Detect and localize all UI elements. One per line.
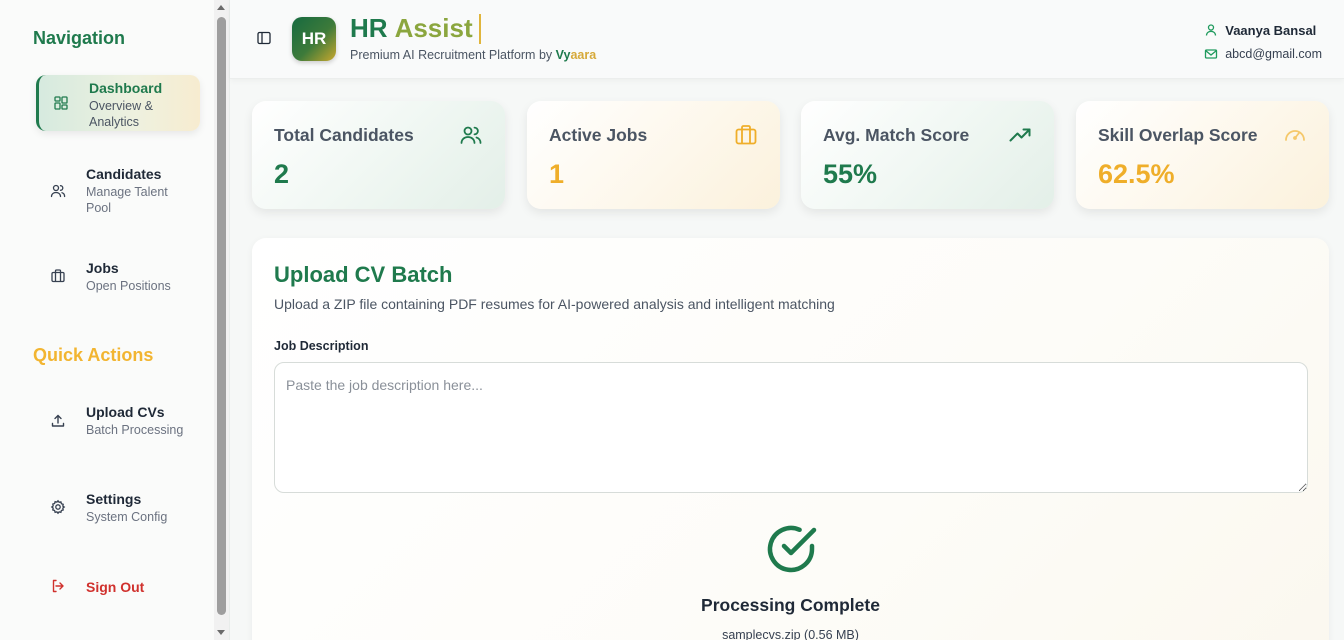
sidebar-item-dashboard[interactable]: Dashboard Overview & Analytics <box>36 75 200 131</box>
job-description-input[interactable] <box>274 362 1308 493</box>
processing-status-title: Processing Complete <box>701 595 880 615</box>
upload-icon <box>51 414 65 427</box>
tagline-brand-vy: Vy <box>555 48 571 62</box>
sidebar-item-label: Dashboard <box>89 80 163 96</box>
logout-icon <box>52 579 64 593</box>
uploaded-file-info: samplecvs.zip (0.56 MB) <box>722 628 859 640</box>
grid-icon <box>54 96 68 110</box>
quick-action-sub: System Config <box>86 510 168 524</box>
app-title-hr: HR <box>350 13 388 43</box>
stat-value: 62.5% <box>1098 159 1175 189</box>
sidebar-item-candidates[interactable]: Candidates Manage Talent Pool <box>36 163 200 223</box>
briefcase-icon <box>735 125 757 145</box>
top-header: HR HR Assist Premium AI Recruitment Plat… <box>230 0 1344 79</box>
upload-cv-panel: Upload CV Batch Upload a ZIP file contai… <box>252 238 1329 640</box>
quick-action-label: Upload CVs <box>86 404 165 420</box>
user-email: abcd@gmail.com <box>1225 47 1322 61</box>
sidebar-toggle-icon[interactable] <box>257 31 271 45</box>
stat-card-active-jobs: Active Jobs 1 <box>527 101 780 209</box>
user-name: Vaanya Bansal <box>1225 22 1317 38</box>
panel-title: Upload CV Batch <box>274 262 453 287</box>
sidebar-item-label: Candidates <box>86 166 162 182</box>
panel-description: Upload a ZIP file containing PDF resumes… <box>274 296 835 312</box>
sidebar-item-sub: Open Positions <box>86 279 171 293</box>
quick-action-upload-cvs[interactable]: Upload CVs Batch Processing <box>36 401 200 445</box>
sidebar-item-jobs[interactable]: Jobs Open Positions <box>36 257 200 301</box>
stat-title: Avg. Match Score <box>823 125 970 145</box>
scrollbar-thumb[interactable] <box>217 17 226 615</box>
stat-title: Total Candidates <box>274 125 414 145</box>
tagline-brand-aara: aara <box>570 48 597 62</box>
app-tagline: Premium AI Recruitment Platform by Vyaar… <box>350 48 596 62</box>
stat-card-skill-overlap-score: Skill Overlap Score 62.5% <box>1076 101 1329 209</box>
users-icon <box>460 126 482 144</box>
stat-card-total-candidates: Total Candidates 2 <box>252 101 505 209</box>
app-logo: HR <box>292 17 336 61</box>
sign-out-button[interactable]: Sign Out <box>36 576 200 598</box>
app-title-assist: Assist <box>394 13 473 43</box>
gauge-icon <box>1285 130 1305 141</box>
stat-value: 1 <box>549 159 565 189</box>
user-icon <box>1206 24 1217 36</box>
briefcase-icon <box>51 269 65 283</box>
gear-icon <box>50 499 66 515</box>
tagline-text: Premium AI Recruitment Platform by <box>350 48 553 62</box>
mail-icon <box>1205 49 1218 59</box>
check-circle-icon <box>767 525 817 573</box>
scroll-down-arrow-icon[interactable] <box>217 630 225 635</box>
quick-action-sub: Batch Processing <box>86 423 184 437</box>
sidebar-item-sub: Manage Talent Pool <box>86 185 168 215</box>
users-icon <box>50 184 66 198</box>
user-info: Vaanya Bansal abcd@gmail.com <box>1204 20 1322 68</box>
sidebar-item-sub: Overview & Analytics <box>89 99 153 129</box>
stat-value: 2 <box>274 159 290 189</box>
stat-title: Active Jobs <box>549 125 648 145</box>
sign-out-label: Sign Out <box>86 579 145 595</box>
quick-actions-heading: Quick Actions <box>33 345 154 365</box>
quick-action-settings[interactable]: Settings System Config <box>36 488 200 532</box>
stat-title: Skill Overlap Score <box>1098 125 1258 145</box>
scroll-up-arrow-icon[interactable] <box>217 5 225 10</box>
title-cursor <box>478 13 481 44</box>
app-title: HR Assist <box>350 13 481 44</box>
quick-action-label: Settings <box>86 491 142 507</box>
sidebar: Navigation Dashboard Overview & Analytic… <box>0 0 230 640</box>
sidebar-item-label: Jobs <box>86 260 119 276</box>
stat-value: 55% <box>823 159 878 189</box>
navigation-heading: Navigation <box>33 28 126 48</box>
trending-up-icon <box>1009 128 1031 142</box>
job-description-label: Job Description <box>274 339 369 353</box>
stat-card-avg-match-score: Avg. Match Score 55% <box>801 101 1054 209</box>
sidebar-scrollbar[interactable] <box>214 0 229 640</box>
